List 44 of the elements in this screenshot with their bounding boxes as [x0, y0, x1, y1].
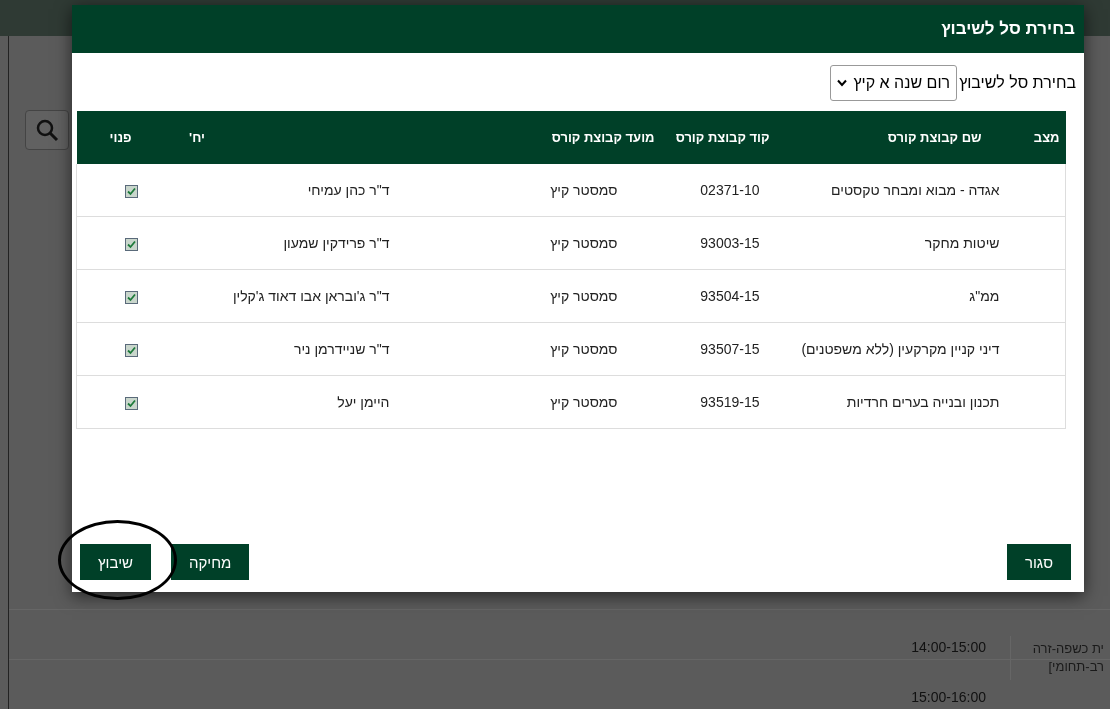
search-button[interactable]	[25, 110, 69, 150]
checkbox[interactable]	[125, 290, 139, 304]
delete-button[interactable]: מחיקה	[171, 544, 250, 580]
table-cell: ד"ר כהן עמיחי	[307, 182, 390, 198]
column-header: שם קבוצת קורס	[887, 130, 982, 145]
dialog-title: בחירת סל לשיבוץ	[941, 19, 1075, 39]
assign-button[interactable]: שיבוץ	[80, 544, 151, 580]
chevron-icon	[837, 79, 848, 87]
table-cell: 93507-15	[700, 341, 760, 357]
table-cell: סמסטר קיץ	[550, 235, 618, 251]
table-cell: סמסטר קיץ	[550, 394, 618, 410]
schedule-text: רב-תחומי]	[1047, 658, 1104, 676]
time-label: 14:00-15:00	[911, 639, 986, 655]
column-header: מועד קבוצת קורס	[551, 130, 655, 145]
checkbox[interactable]	[125, 396, 139, 410]
checkbox[interactable]	[125, 343, 139, 357]
checkbox[interactable]	[125, 237, 139, 251]
table-cell: סמסטר קיץ	[550, 288, 618, 304]
table-cell: 93519-15	[700, 394, 760, 410]
table-cell: 93003-15	[700, 235, 760, 251]
column-header: פנוי	[109, 130, 132, 145]
checkbox[interactable]	[125, 184, 139, 198]
column-header: קוד קבוצת קורס	[675, 130, 770, 145]
table-cell: אגדה - מבוא ומבחר טקסטים	[831, 182, 1000, 198]
table-cell: ד"ר פרידקין שמעון	[283, 235, 390, 251]
table-cell: ד"ר ג'ובראן אבו דאוד ג'קלין	[232, 288, 390, 304]
search-icon	[35, 118, 59, 142]
table-cell: 93504-15	[700, 288, 760, 304]
table-cell: היימן יעל	[337, 394, 390, 410]
time-label: 15:00-16:00	[911, 689, 986, 705]
schedule-text: ית כשפה-זרה	[1031, 640, 1104, 658]
close-button[interactable]: סגור	[1006, 544, 1071, 580]
table-cell: דיני קניין מקרקעין (ללא משפטנים)	[801, 341, 1000, 357]
column-header: יח'	[189, 130, 205, 145]
table-cell: סמסטר קיץ	[550, 182, 618, 198]
table-cell: 02371-10	[700, 182, 760, 198]
basket-dropdown[interactable]: רום שנה א קיץ	[830, 65, 958, 101]
basket-label: בחירת סל לשיבוץ	[959, 74, 1076, 92]
table-cell: ד"ר שניידרמן ניר	[293, 341, 390, 357]
column-header: מצב	[1033, 130, 1060, 145]
table-cell: שיטות מחקר	[924, 235, 1000, 251]
table-cell: סמסטר קיץ	[550, 341, 618, 357]
table-cell: ממ"ג	[969, 288, 1000, 304]
table-cell: תכנון ובנייה בערים חרדיות	[846, 394, 1000, 410]
